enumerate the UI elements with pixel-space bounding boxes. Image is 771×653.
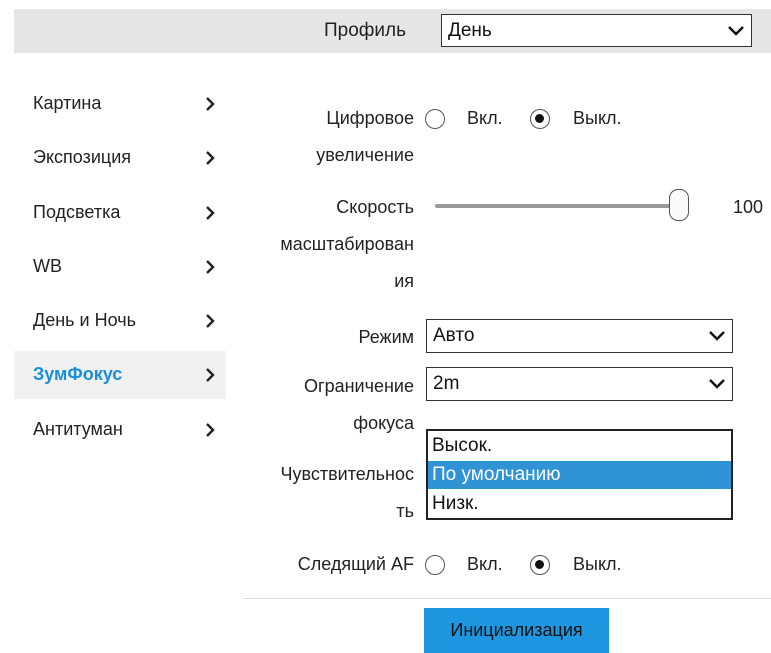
chevron-down-icon [728, 25, 744, 36]
focus-limit-label-cont: фокуса [353, 413, 414, 433]
chevron-down-icon [709, 331, 725, 341]
tracking-af-on-label: Вкл. [467, 554, 503, 574]
chevron-right-icon [206, 97, 215, 111]
sidebar-item-label: Подсветка [33, 202, 121, 222]
initialize-button[interactable]: Инициализация [424, 608, 609, 653]
focus-limit-select[interactable]: 2m [426, 367, 733, 401]
sidebar-item-defog[interactable]: Антитуман [14, 406, 226, 454]
sidebar-item-label: Экспозиция [33, 147, 131, 167]
chevron-right-icon [206, 151, 215, 165]
digital-zoom-on-label: Вкл. [467, 108, 503, 128]
sidebar-item-zoom-focus[interactable]: ЗумФокус [14, 351, 226, 399]
chevron-right-icon [206, 368, 215, 382]
zoom-speed-label-end: ия [394, 271, 414, 291]
chevron-right-icon [206, 206, 215, 220]
sidebar-item-label: Картина [33, 93, 102, 113]
sensitivity-label: Чувствительнос [280, 464, 414, 484]
tracking-af-label: Следящий AF [297, 554, 414, 574]
focus-limit-label: Ограничение [304, 376, 414, 396]
digital-zoom-label-cont: увеличение [316, 145, 414, 165]
zoom-speed-label-cont: масштабирован [280, 234, 414, 254]
digital-zoom-off-label: Выкл. [573, 108, 622, 128]
profile-select[interactable]: День [441, 14, 752, 47]
profile-label: Профиль [324, 20, 407, 41]
sidebar-item-picture[interactable]: Картина [14, 80, 226, 128]
sidebar-item-label: День и Ночь [33, 310, 136, 330]
sidebar-item-wb[interactable]: WB [14, 243, 226, 291]
zoom-speed-slider-handle[interactable] [669, 189, 689, 221]
sensitivity-dropdown-list[interactable]: Высок. По умолчанию Низк. [426, 429, 733, 520]
chevron-right-icon [206, 423, 215, 437]
sidebar-item-label: Антитуман [33, 419, 123, 439]
mode-select-value: Авто [433, 325, 475, 346]
sidebar-item-label: WB [33, 256, 62, 276]
sensitivity-option-default[interactable]: По умолчанию [428, 461, 731, 489]
mode-label: Режим [358, 327, 415, 347]
tracking-af-off-radio[interactable] [530, 555, 550, 575]
focus-limit-select-value: 2m [433, 373, 460, 394]
digital-zoom-off-radio[interactable] [530, 109, 550, 129]
zoom-speed-slider-track[interactable] [435, 204, 683, 208]
sidebar-item-exposure[interactable]: Экспозиция [14, 134, 226, 182]
digital-zoom-on-radio[interactable] [425, 109, 445, 129]
zoom-speed-label: Скорость [336, 197, 414, 217]
tracking-af-off-label: Выкл. [573, 554, 622, 574]
chevron-down-icon [709, 379, 725, 389]
sidebar-item-day-night[interactable]: День и Ночь [14, 297, 226, 345]
sensitivity-label-cont: ть [396, 501, 414, 521]
sidebar-item-label: ЗумФокус [33, 364, 123, 384]
sidebar-item-backlight[interactable]: Подсветка [14, 189, 226, 237]
zoom-speed-value: 100 [733, 197, 764, 217]
mode-select[interactable]: Авто [426, 319, 733, 353]
tracking-af-on-radio[interactable] [425, 555, 445, 575]
sensitivity-option-high[interactable]: Высок. [428, 432, 731, 460]
sensitivity-option-low[interactable]: Низк. [428, 490, 731, 518]
profile-select-value: День [448, 19, 492, 41]
digital-zoom-label: Цифровое [326, 108, 414, 128]
chevron-right-icon [206, 260, 215, 274]
divider [243, 598, 771, 599]
chevron-right-icon [206, 314, 215, 328]
